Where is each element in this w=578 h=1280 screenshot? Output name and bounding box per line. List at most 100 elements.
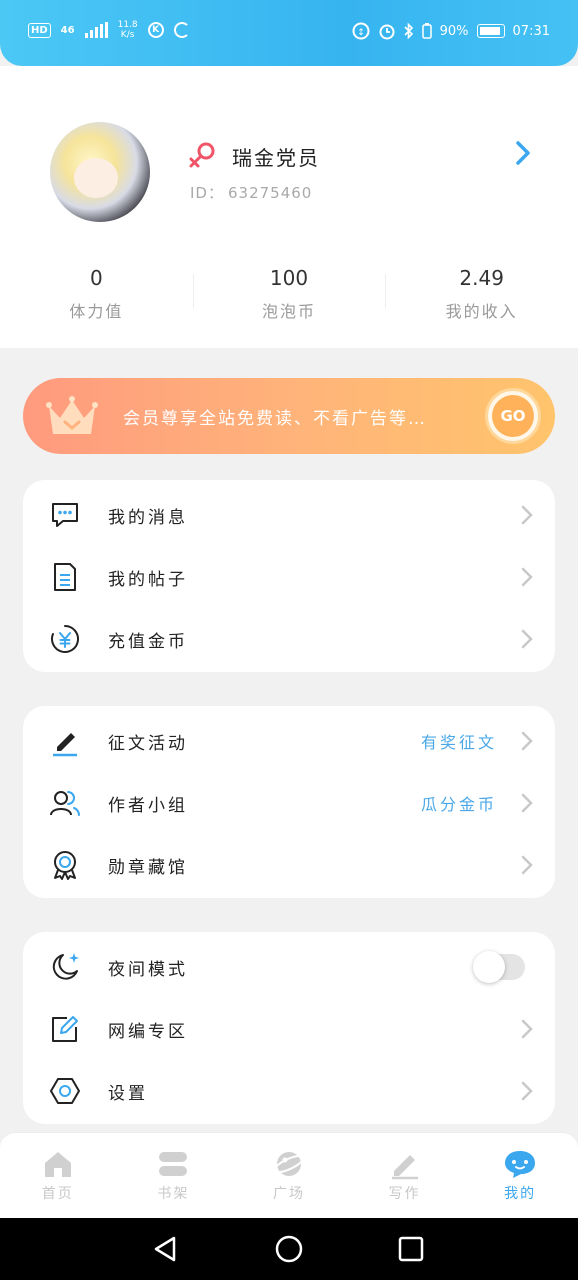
menu-item-posts[interactable]: 我的帖子 xyxy=(23,546,555,608)
message-icon xyxy=(52,503,78,527)
menu-card-settings: 夜间模式 网编专区 设置 xyxy=(23,932,555,1124)
menu-item-editor-zone[interactable]: 网编专区 xyxy=(23,998,555,1060)
stat-stamina[interactable]: 0 体力值 xyxy=(0,264,193,328)
bookshelf-icon xyxy=(159,1152,188,1176)
chat-bubble-icon xyxy=(505,1151,536,1178)
stat-bubble-coins[interactable]: 100 泡泡币 xyxy=(192,264,386,328)
document-icon xyxy=(54,563,76,591)
nav-label: 书架 xyxy=(157,1186,190,1202)
user-id-label: ID： xyxy=(190,184,224,202)
speed-unit: K/s xyxy=(120,30,135,40)
menu-item-messages[interactable]: 我的消息 xyxy=(23,484,555,546)
back-icon[interactable] xyxy=(150,1234,180,1264)
svg-text:↕: ↕ xyxy=(357,28,365,38)
hd-badge: HD xyxy=(28,22,51,38)
bottom-navigation: 首页 书架 广场 写作 我的 xyxy=(0,1132,578,1218)
menu-item-label: 勋章藏馆 xyxy=(108,857,188,878)
nav-bookshelf[interactable]: 书架 xyxy=(116,1133,232,1218)
chevron-right-icon[interactable] xyxy=(510,140,536,166)
profile-section: 瑞金党员 ID： 63275460 0 体力值 100 泡泡币 2.49 我的收入 xyxy=(0,66,578,348)
system-navigation-bar xyxy=(0,1218,578,1280)
user-id-value: 63275460 xyxy=(227,184,313,202)
go-button[interactable]: GO xyxy=(485,388,541,444)
recent-apps-icon[interactable] xyxy=(396,1234,426,1264)
write-icon xyxy=(391,1155,418,1180)
medal-icon xyxy=(54,851,76,880)
sync-icon xyxy=(173,22,190,38)
network-speed: 11.8 K/s xyxy=(118,20,138,40)
nav-square[interactable]: 广场 xyxy=(231,1133,347,1218)
planet-icon xyxy=(273,1152,305,1176)
coin-icon xyxy=(51,625,79,653)
edit-icon xyxy=(52,1016,78,1042)
vip-banner-text: 会员尊享全站免费读、不看广告等… xyxy=(123,409,427,429)
menu-item-label: 网编专区 xyxy=(108,1021,188,1042)
avatar[interactable] xyxy=(50,122,150,222)
home-button-icon[interactable] xyxy=(274,1234,304,1264)
menu-item-label: 我的帖子 xyxy=(108,569,188,590)
menu-item-recharge[interactable]: 充值金币 xyxy=(23,608,555,670)
menu-item-label: 征文活动 xyxy=(108,733,188,754)
chevron-right-icon xyxy=(521,505,533,525)
chevron-right-icon xyxy=(521,1081,533,1101)
chevron-right-icon xyxy=(521,567,533,587)
network-type: 46 xyxy=(60,24,75,36)
menu-item-label: 夜间模式 xyxy=(108,959,188,980)
clock: 07:31 xyxy=(512,23,550,39)
menu-item-label: 我的消息 xyxy=(108,507,188,528)
speed-value: 11.8 xyxy=(117,20,138,30)
bluetooth-icon xyxy=(404,22,413,40)
settings-icon xyxy=(50,1078,80,1104)
menu-item-label: 作者小组 xyxy=(108,795,188,816)
nav-mine[interactable]: 我的 xyxy=(462,1133,578,1218)
chevron-right-icon xyxy=(521,855,533,875)
k-app-icon: K xyxy=(147,22,164,38)
menu-item-night-mode: 夜间模式 xyxy=(23,936,555,998)
menu-item-hint: 瓜分金币 xyxy=(420,795,497,814)
battery-saver-icon xyxy=(421,23,432,39)
home-icon xyxy=(44,1152,71,1177)
alarm-icon xyxy=(379,24,395,40)
menu-item-label: 设置 xyxy=(108,1083,148,1104)
data-saver-icon: ↕ xyxy=(352,22,370,40)
stat-label: 体力值 xyxy=(69,302,124,321)
stat-value: 2.49 xyxy=(459,266,504,290)
menu-card-account: 我的消息 我的帖子 充值金币 xyxy=(23,480,555,672)
nav-label: 写作 xyxy=(388,1186,421,1202)
toggle-knob xyxy=(473,951,505,983)
female-gender-icon xyxy=(189,142,215,168)
vip-banner[interactable]: 会员尊享全站免费读、不看广告等… GO xyxy=(23,378,555,454)
chevron-right-icon xyxy=(521,731,533,751)
menu-item-medal-hall[interactable]: 勋章藏馆 xyxy=(23,834,555,896)
nav-label: 首页 xyxy=(41,1186,74,1202)
signal-icon xyxy=(84,22,108,38)
menu-item-essay-contest[interactable]: 征文活动 有奖征文 xyxy=(23,710,555,772)
group-icon xyxy=(50,791,80,816)
menu-item-hint: 有奖征文 xyxy=(420,733,497,752)
moon-icon xyxy=(52,953,79,980)
battery-icon xyxy=(476,24,505,38)
pen-icon xyxy=(53,733,77,757)
menu-item-author-group[interactable]: 作者小组 瓜分金币 xyxy=(23,772,555,834)
stat-income[interactable]: 2.49 我的收入 xyxy=(385,264,578,328)
nav-label: 我的 xyxy=(504,1186,537,1202)
chevron-right-icon xyxy=(521,1019,533,1039)
nav-write[interactable]: 写作 xyxy=(347,1133,463,1218)
chevron-right-icon xyxy=(521,629,533,649)
username: 瑞金党员 xyxy=(232,146,320,170)
stat-value: 100 xyxy=(269,266,309,290)
menu-item-label: 充值金币 xyxy=(108,631,188,652)
nav-label: 广场 xyxy=(272,1186,305,1202)
stats-bar: 0 体力值 100 泡泡币 2.49 我的收入 xyxy=(0,264,578,328)
go-label: GO xyxy=(492,395,534,437)
nav-home[interactable]: 首页 xyxy=(0,1133,116,1218)
stat-label: 我的收入 xyxy=(445,302,518,321)
crown-icon xyxy=(46,396,98,434)
status-bar: HD 46 11.8 K/s K ↕ 90% 07:31 xyxy=(0,0,578,66)
menu-card-creative: 征文活动 有奖征文 作者小组 瓜分金币 勋章藏馆 xyxy=(23,706,555,898)
menu-item-settings[interactable]: 设置 xyxy=(23,1060,555,1122)
chevron-right-icon xyxy=(521,793,533,813)
stat-label: 泡泡币 xyxy=(262,302,317,321)
night-mode-toggle[interactable] xyxy=(473,951,525,983)
battery-percent: 90% xyxy=(439,23,469,39)
